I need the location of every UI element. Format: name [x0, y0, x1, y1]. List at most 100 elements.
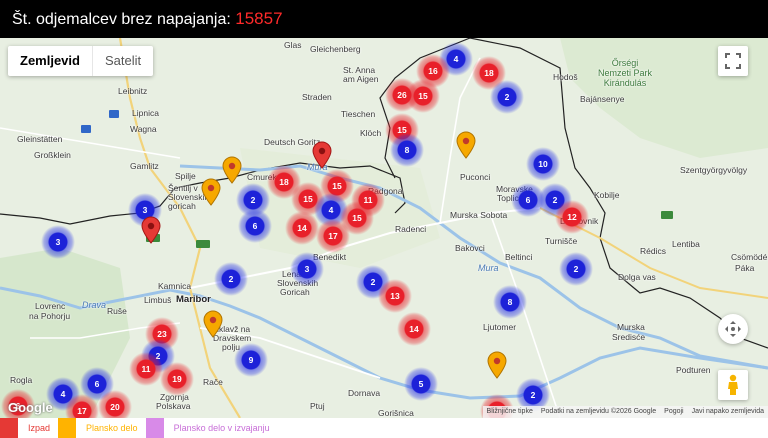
cluster-count: 23 — [157, 329, 167, 339]
legend-swatch — [145, 418, 164, 438]
customer-cluster-marker[interactable]: 10 — [526, 147, 560, 181]
place-label: Ruše — [107, 306, 127, 316]
customer-cluster-marker[interactable]: 8 — [493, 285, 527, 319]
place-label: Radenci — [395, 224, 427, 234]
place-label: Lipnica — [132, 108, 159, 118]
place-label: Hodoš — [553, 72, 578, 82]
place-label: Ptuj — [310, 401, 325, 411]
cluster-count: 18 — [484, 68, 494, 78]
map-type-satellite[interactable]: Satelit — [93, 46, 153, 76]
map-type-control: Zemljevid Satelit — [8, 46, 154, 76]
cluster-count: 3 — [55, 237, 61, 247]
park-label-line: Nemzeti Park — [598, 68, 653, 78]
place-label: Rače — [203, 377, 223, 387]
place-label: Straden — [302, 92, 332, 102]
place-label: Großklein — [34, 150, 71, 160]
customer-cluster-marker[interactable]: 2 — [559, 252, 593, 286]
cluster-count: 9 — [248, 355, 254, 365]
place-label: am Aigen — [343, 74, 379, 84]
outage-cluster-marker[interactable]: 17 — [316, 219, 350, 253]
planned-work-pin-icon[interactable] — [201, 178, 221, 206]
map-type-map[interactable]: Zemljevid — [8, 46, 93, 76]
planned-work-pin-icon[interactable] — [203, 310, 223, 338]
planned-work-pin-icon[interactable] — [222, 156, 242, 184]
park-label-line: Kirándulás — [603, 78, 647, 88]
cluster-count: 6 — [525, 195, 531, 205]
cluster-count: 19 — [172, 374, 182, 384]
place-label: Tieschen — [341, 109, 376, 119]
cluster-count: 2 — [552, 195, 558, 205]
place-label: Drava — [82, 300, 107, 310]
outage-pin-icon[interactable] — [141, 216, 161, 244]
customer-cluster-marker[interactable]: 8 — [390, 133, 424, 167]
outage-cluster-marker[interactable]: 12 — [555, 200, 589, 234]
place-label: Bakovci — [455, 243, 485, 253]
legend-item-planned: Plansko delo — [58, 418, 138, 438]
customer-cluster-marker[interactable]: 5 — [404, 367, 438, 401]
camera-control-button[interactable] — [718, 314, 748, 344]
cluster-count: 4 — [328, 205, 334, 215]
customer-cluster-marker[interactable]: 6 — [238, 209, 272, 243]
fullscreen-button[interactable] — [718, 46, 748, 76]
place-label: Csömödér — [731, 252, 768, 262]
cluster-count: 14 — [297, 223, 307, 233]
planned-work-pin-icon[interactable] — [487, 351, 507, 379]
cluster-count: 18 — [279, 177, 289, 187]
place-label: Sredisće — [612, 332, 646, 342]
customer-cluster-marker[interactable]: 3 — [290, 252, 324, 286]
map-data-text: Podatki na zemljevidu ©2026 Google — [540, 408, 657, 415]
outage-cluster-marker[interactable]: 11 — [129, 352, 163, 386]
cluster-count: 2 — [250, 195, 256, 205]
place-label: Puconci — [460, 172, 491, 182]
outage-cluster-marker[interactable]: 19 — [160, 362, 194, 396]
report-error-link[interactable]: Javi napako zemljevida — [692, 406, 764, 418]
cluster-count: 6 — [252, 221, 258, 231]
terms-link[interactable]: Pogoji — [664, 406, 683, 418]
outage-cluster-marker[interactable]: 15 — [406, 79, 440, 113]
place-label: Klöch — [360, 128, 382, 138]
place-label: Szentgyörgyvölgy — [680, 165, 748, 175]
place-label: Beltinci — [505, 252, 533, 262]
place-label: Gleinstätten — [17, 134, 63, 144]
place-label: Bajánsenye — [580, 94, 625, 104]
customer-cluster-marker[interactable]: 3 — [41, 225, 75, 259]
place-label: Goricah — [280, 287, 310, 297]
place-label: Dolga vas — [618, 272, 656, 282]
keyboard-shortcuts-link[interactable]: Bližnjične tipke — [487, 406, 533, 418]
outage-cluster-marker[interactable]: 14 — [397, 312, 431, 346]
outage-cluster-marker[interactable]: 20 — [98, 390, 132, 418]
cluster-count: 4 — [60, 389, 66, 399]
cluster-count: 2 — [228, 274, 234, 284]
outage-count: 15857 — [235, 9, 283, 28]
page-root: Št. odjemalcev brez napajanja: 15857 Gla… — [0, 0, 768, 438]
cluster-count: 3 — [304, 264, 310, 274]
cluster-count: 11 — [141, 364, 151, 374]
customer-cluster-marker[interactable]: 2 — [214, 262, 248, 296]
customer-cluster-marker[interactable]: 2 — [490, 80, 524, 114]
pegman-icon — [728, 374, 738, 395]
camera-move-icon — [725, 321, 741, 337]
customer-cluster-marker[interactable]: 9 — [234, 343, 268, 377]
cluster-count: 17 — [328, 231, 338, 241]
place-label: goricah — [168, 201, 196, 211]
park-label: Őrségi Nemzeti Park Kirándulás — [598, 58, 652, 88]
legend-label: Plansko delo — [86, 423, 138, 433]
place-label: Rogla — [10, 375, 33, 385]
place-label: Lovrenc — [35, 301, 66, 311]
outage-cluster-marker[interactable]: 13 — [378, 279, 412, 313]
street-view-button[interactable] — [718, 370, 748, 400]
outage-pin-icon[interactable] — [312, 141, 332, 169]
map-canvas[interactable]: Glas Gleichenberg St. Anna am Aigen Straden T… — [0, 38, 768, 418]
place-label: Gamlitz — [130, 161, 159, 171]
place-label: Podturen — [676, 365, 711, 375]
outage-cluster-marker[interactable]: 14 — [285, 211, 319, 245]
planned-work-pin-icon[interactable] — [456, 131, 476, 159]
cluster-count: 10 — [538, 159, 548, 169]
place-label: Gorišnica — [378, 408, 414, 418]
legend-label: Plansko delo v izvajanju — [173, 423, 270, 433]
place-label: Leibnitz — [118, 86, 148, 96]
place-label: Wagna — [130, 124, 157, 134]
cluster-count: 16 — [428, 66, 438, 76]
cluster-count: 15 — [332, 181, 342, 191]
cluster-count: 15 — [303, 194, 313, 204]
